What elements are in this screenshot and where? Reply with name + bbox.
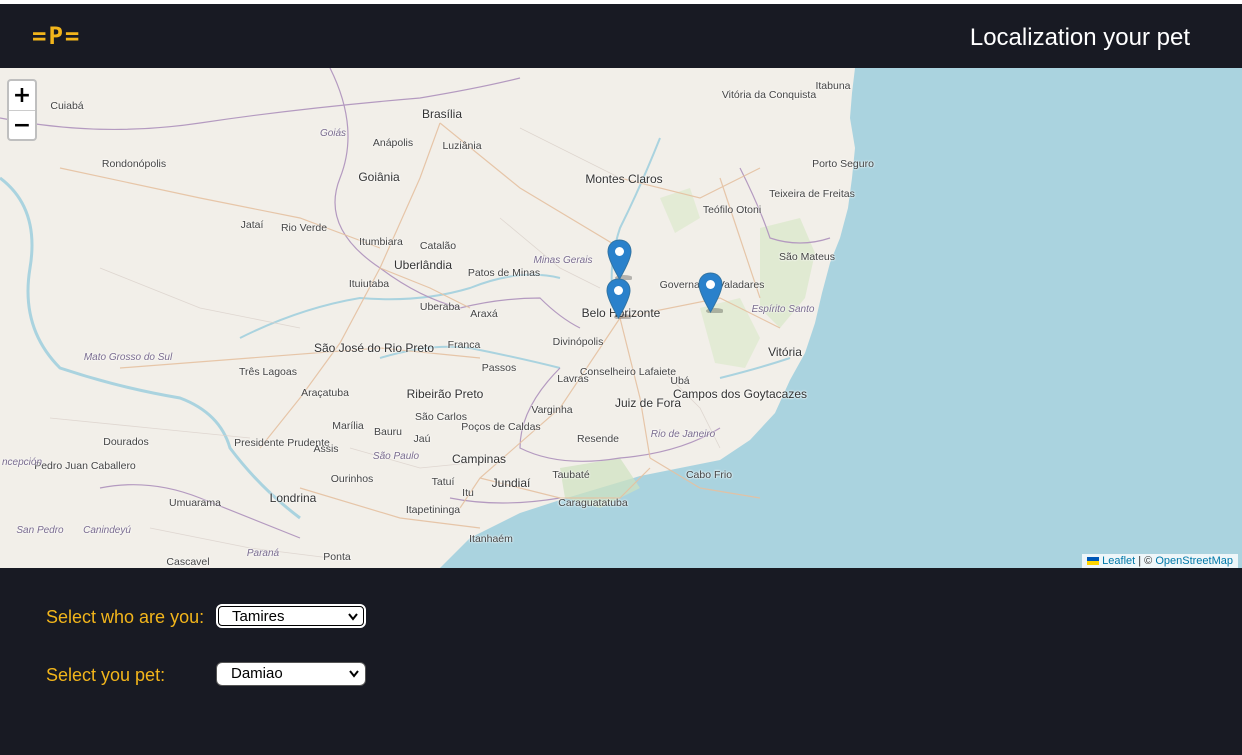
app-logo[interactable]: =P=	[32, 22, 81, 50]
ukraine-flag-icon	[1087, 557, 1100, 566]
place-label: São Mateus	[778, 251, 836, 263]
pet-select-value: Damiao	[231, 665, 283, 682]
place-label: Cascavel	[166, 556, 210, 568]
place-label: Umuarama	[169, 497, 221, 509]
place-label: Passos	[481, 362, 517, 374]
leaflet-link[interactable]: Leaflet	[1102, 555, 1135, 567]
place-label: Ponta	[323, 551, 351, 563]
place-label: Marília	[332, 420, 364, 432]
place-label: Itu	[462, 487, 474, 499]
place-label: Goiás	[319, 128, 347, 139]
place-label: ncepción	[1, 457, 43, 468]
place-label: Dourados	[103, 436, 149, 448]
place-label: Mato Grosso do Sul	[83, 352, 173, 363]
place-label: Itabuna	[815, 80, 851, 92]
zoom-in-button[interactable]: +	[9, 81, 35, 111]
place-label: Canindeyú	[83, 525, 131, 536]
page-title: Localization your pet	[969, 24, 1190, 51]
place-label: Araçatuba	[301, 387, 349, 399]
map-marker-icon[interactable]	[698, 272, 724, 314]
osm-link[interactable]: OpenStreetMap	[1155, 555, 1233, 567]
place-label: Juiz de Fora	[614, 396, 682, 410]
map-marker-icon[interactable]	[607, 239, 633, 281]
place-label: Bauru	[373, 426, 403, 438]
who-label: Select who are you:	[46, 607, 205, 627]
place-label: Araxá	[470, 308, 498, 320]
place-label: Cuiabá	[50, 100, 84, 112]
place-label: Paraná	[246, 548, 280, 559]
place-label: Tatuí	[431, 476, 455, 488]
place-label: Ribeirão Preto	[406, 387, 484, 401]
place-label: Uberlândia	[393, 258, 453, 272]
place-label: Porto Seguro	[812, 158, 874, 170]
chevron-down-icon	[348, 613, 358, 621]
place-label: Jundiaí	[491, 476, 531, 490]
place-label: Uberaba	[419, 301, 461, 313]
place-label: Londrina	[269, 491, 317, 505]
place-label: Ubá	[670, 375, 690, 387]
place-label: Rio de Janeiro	[650, 429, 716, 440]
place-label: Divinópolis	[552, 336, 604, 348]
place-label: Cabo Frio	[685, 469, 733, 481]
place-label: Varginha	[531, 404, 573, 416]
place-label: São Paulo	[372, 451, 420, 462]
place-label: Pedro Juan Caballero	[34, 460, 136, 472]
place-label: Ituiutaba	[348, 278, 390, 290]
who-select-value: Tamires	[232, 608, 285, 625]
map-attribution: Leaflet | © OpenStreetMap	[1082, 554, 1238, 568]
place-label: Luziânia	[442, 140, 482, 152]
pet-select[interactable]: Damiao	[216, 662, 366, 686]
place-label: Vitória da Conquista	[721, 89, 817, 101]
attribution-separator: | ©	[1138, 555, 1153, 567]
place-label: Itumbiara	[359, 236, 403, 248]
chevron-down-icon	[349, 670, 359, 678]
place-label: Jataí	[240, 219, 264, 231]
place-label: Anápolis	[372, 137, 414, 149]
place-label: Jaú	[413, 433, 431, 445]
place-label: Catalão	[419, 240, 457, 252]
place-label: Itanhaém	[469, 533, 513, 545]
who-select[interactable]: Tamires	[216, 604, 366, 628]
place-label: Goiânia	[358, 170, 400, 184]
place-label: Taubaté	[552, 469, 590, 481]
place-label: Três Lagoas	[239, 366, 297, 378]
place-label: Resende	[576, 433, 620, 445]
place-label: Minas Gerais	[533, 255, 593, 266]
map-view[interactable]: Cuiabá Brasília Goiás Anápolis Luziânia Goiân…	[0, 68, 1242, 568]
place-label: Franca	[447, 339, 481, 351]
place-label: Ourinhos	[330, 473, 374, 485]
place-label: São Carlos	[415, 411, 467, 423]
place-label: São José do Rio Preto	[313, 341, 435, 355]
place-label: Rondonópolis	[101, 158, 167, 170]
place-label: Patos de Minas	[467, 267, 541, 279]
place-label: Rio Verde	[280, 222, 328, 234]
place-label: San Pedro	[16, 525, 64, 536]
map-marker-icon[interactable]	[606, 278, 632, 320]
app-header: =P= Localization your pet	[0, 4, 1242, 68]
pet-label: Select you pet:	[46, 665, 166, 685]
place-label: Poços de Caldas	[461, 421, 541, 433]
place-label: Campinas	[451, 452, 507, 466]
place-label: Caraguatatuba	[558, 497, 628, 509]
place-label: Montes Claros	[585, 172, 663, 186]
place-label: Itapetininga	[405, 504, 461, 516]
zoom-control: + −	[7, 79, 37, 141]
place-label: Assis	[313, 443, 339, 455]
place-label: Teixeira de Freitas	[769, 188, 855, 200]
place-label: Teófilo Otoni	[702, 204, 762, 216]
place-label: Conselheiro Lafaiete	[579, 366, 677, 378]
place-label: Espírito Santo	[751, 304, 815, 315]
place-label: Lavras	[557, 373, 589, 385]
zoom-out-button[interactable]: −	[9, 111, 35, 139]
place-label: Brasília	[421, 107, 463, 121]
place-label: Vitória	[768, 345, 802, 359]
place-label: Campos dos Goytacazes	[672, 387, 808, 401]
